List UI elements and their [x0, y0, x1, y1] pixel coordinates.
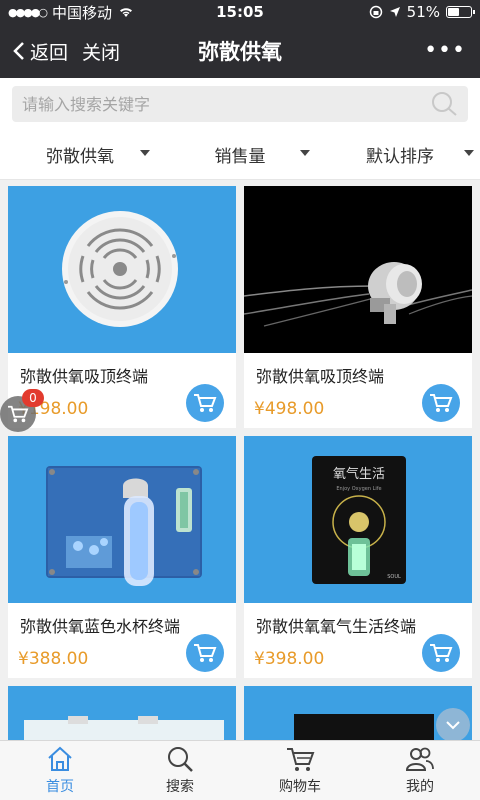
product-card-partial[interactable]	[8, 686, 236, 740]
product-grid: 弥散供氧吸顶终端 ¥198.00 弥散供氧吸顶终端 ¥498.00 弥散供氧蓝色…	[8, 186, 474, 740]
product-card[interactable]: 弥散供氧吸顶终端 ¥498.00	[244, 186, 472, 428]
cart-icon	[287, 748, 315, 771]
caret-down-icon	[464, 150, 474, 156]
product-price: ¥388.00	[18, 649, 89, 669]
caret-down-icon	[300, 150, 310, 156]
user-icon	[405, 747, 434, 771]
back-button[interactable]: 返回	[0, 38, 68, 65]
cart-icon	[430, 644, 453, 662]
product-price: ¥498.00	[254, 399, 325, 419]
tab-cart-label: 购物车	[279, 779, 321, 795]
filter-category-label: 弥散供氧	[46, 147, 114, 167]
search-icon	[168, 747, 193, 772]
product-image-partial	[8, 686, 236, 740]
chevron-left-icon	[13, 42, 24, 60]
tab-profile[interactable]: 我的	[360, 741, 480, 800]
product-name: 弥散供氧吸顶终端	[20, 367, 149, 386]
signal-icon: ●●●●○	[8, 5, 48, 19]
add-to-cart-button[interactable]	[186, 384, 224, 422]
cart-icon	[194, 644, 217, 662]
product-image-ceiling-light	[244, 186, 472, 353]
more-button[interactable]: •••	[424, 38, 466, 63]
panel-brand: SOUL	[387, 574, 401, 580]
nav-bar: 返回 关闭 弥散供氧 •••	[0, 24, 480, 78]
tab-search[interactable]: 搜索	[120, 741, 240, 800]
product-name: 弥散供氧吸顶终端	[256, 367, 385, 386]
home-icon	[48, 746, 72, 771]
product-name: 弥散供氧氧气生活终端	[256, 617, 417, 636]
panel-title: 氧气生活	[333, 466, 385, 482]
product-price: ¥398.00	[254, 649, 325, 669]
cart-icon	[430, 394, 453, 412]
back-label: 返回	[30, 41, 69, 64]
tab-profile-label: 我的	[406, 779, 434, 795]
product-image-blue-cup	[8, 436, 236, 603]
carrier-name: 中国移动	[52, 3, 113, 22]
add-to-cart-button[interactable]	[186, 634, 224, 672]
filter-bar: 弥散供氧 销售量 默认排序	[0, 130, 480, 180]
close-button[interactable]: 关闭	[82, 38, 120, 65]
search-icon[interactable]	[430, 91, 458, 117]
tab-home-label: 首页	[46, 779, 74, 795]
tab-cart[interactable]: 购物车	[240, 741, 360, 800]
search-box	[12, 86, 468, 122]
tab-home[interactable]: 首页	[0, 741, 120, 800]
product-card[interactable]: 弥散供氧蓝色水杯终端 ¥388.00	[8, 436, 236, 678]
product-card[interactable]: 氧气生活 Enjoy Oxygen Life SOUL 弥散供氧氧气生活终端 ¥…	[244, 436, 472, 678]
filter-sales-label: 销售量	[214, 147, 266, 167]
add-to-cart-button[interactable]	[422, 634, 460, 672]
battery-percent: 51%	[406, 3, 440, 21]
cart-icon	[8, 405, 29, 423]
filter-sales[interactable]: 销售量	[160, 142, 320, 167]
status-bar: ●●●●○ 中国移动 15:05 51%	[0, 0, 480, 24]
location-icon	[389, 7, 400, 17]
panel-subtitle: Enjoy Oxygen Life	[336, 486, 381, 492]
tab-bar: 首页 搜索 购物车 我的	[0, 740, 480, 800]
scroll-down-button[interactable]	[436, 708, 470, 742]
caret-down-icon	[140, 150, 150, 156]
filter-sort-label: 默认排序	[366, 147, 434, 167]
page-title: 弥散供氧	[198, 40, 282, 64]
product-image-round-diffuser	[8, 186, 236, 353]
rotation-lock-icon	[369, 5, 382, 19]
wifi-icon	[120, 8, 133, 17]
status-time: 15:05	[216, 3, 264, 21]
cart-count-badge: 0	[22, 389, 44, 407]
filter-category[interactable]: 弥散供氧	[0, 142, 160, 167]
add-to-cart-button[interactable]	[422, 384, 460, 422]
filter-sort[interactable]: 默认排序	[320, 142, 480, 167]
chevron-down-icon	[446, 721, 460, 730]
product-name: 弥散供氧蓝色水杯终端	[20, 617, 181, 636]
battery-icon	[446, 6, 475, 18]
search-bar	[0, 78, 480, 130]
tab-search-label: 搜索	[166, 779, 194, 795]
search-input[interactable]	[22, 94, 430, 114]
product-image-oxygen-life: 氧气生活 Enjoy Oxygen Life SOUL	[244, 436, 472, 603]
cart-icon	[194, 394, 217, 412]
